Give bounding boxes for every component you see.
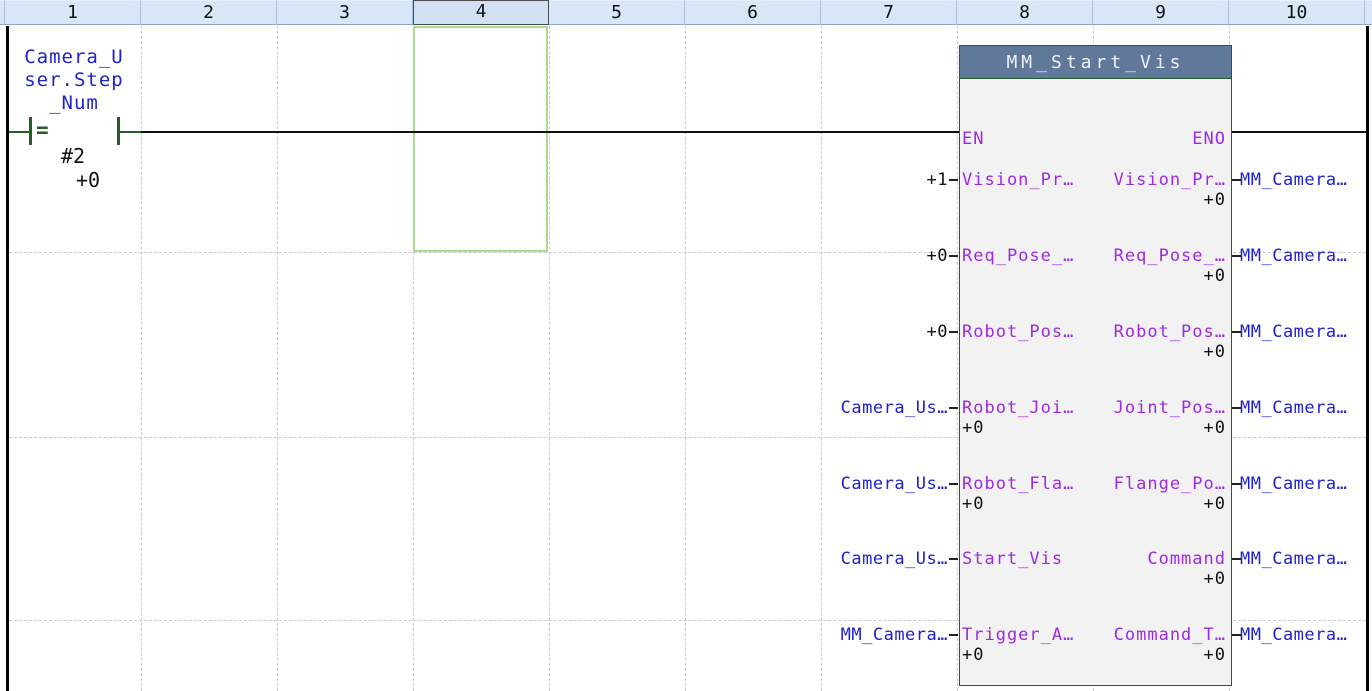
output-pin-value: +0 <box>1204 569 1226 589</box>
pin-stub-left <box>949 407 958 409</box>
output-pin-value: +0 <box>1204 266 1226 286</box>
grid-line-vertical <box>685 26 686 691</box>
input-pin-label[interactable]: Req_Pose_… <box>962 246 1074 266</box>
grid-line-vertical <box>821 26 822 691</box>
column-header-5[interactable]: 5 <box>549 0 685 25</box>
output-pin-label[interactable]: Command_T… <box>1114 625 1226 645</box>
output-pin-label[interactable]: Robot_Pos… <box>1114 322 1226 342</box>
column-header-7[interactable]: 7 <box>821 0 957 25</box>
pin-stub-left <box>949 255 958 257</box>
contact-variable-label[interactable]: Camera_User.Step_Num <box>13 46 135 115</box>
output-pin-label[interactable]: Command <box>1147 549 1226 569</box>
selection-cursor-cell[interactable] <box>413 26 548 252</box>
output-pin-value: +0 <box>1204 190 1226 210</box>
grid-line-vertical <box>957 26 958 691</box>
pin-stub-left <box>949 179 958 181</box>
contact-bar-left-icon <box>29 117 32 145</box>
output-pin-value: +0 <box>1204 494 1226 514</box>
input-operand[interactable]: Camera_Us… <box>841 549 948 569</box>
input-pin-label[interactable]: Robot_Joi… <box>962 398 1074 418</box>
pin-stub-left <box>949 558 958 560</box>
input-operand[interactable]: Camera_Us… <box>841 398 948 418</box>
column-header-3[interactable]: 3 <box>277 0 413 25</box>
output-operand[interactable]: MM_Camera… <box>1240 322 1347 342</box>
header-right-gutter <box>1365 0 1372 25</box>
function-block[interactable]: MM_Start_Vis <box>959 45 1232 686</box>
pin-stub-left <box>949 331 958 333</box>
output-pin-label[interactable]: Vision_Pr… <box>1114 170 1226 190</box>
grid-line-vertical <box>549 26 550 691</box>
input-operand[interactable]: +0 <box>927 322 948 342</box>
input-operand[interactable]: MM_Camera… <box>841 625 948 645</box>
wire-rung-to-block <box>141 131 959 133</box>
column-header-4-selected[interactable]: 4 <box>413 0 549 25</box>
output-pin-label[interactable]: Joint_Pos… <box>1114 398 1226 418</box>
input-pin-value: +0 <box>962 418 984 438</box>
input-pin-label[interactable]: Vision_Pr… <box>962 170 1074 190</box>
output-operand[interactable]: MM_Camera… <box>1240 474 1347 494</box>
input-pin-label[interactable]: Robot_Pos… <box>962 322 1074 342</box>
contact-operator-icon: = <box>36 118 49 142</box>
output-operand[interactable]: MM_Camera… <box>1240 170 1347 190</box>
input-pin-label[interactable]: Start_Vis <box>962 549 1063 569</box>
input-pin-value: +0 <box>962 494 984 514</box>
output-pin-value: +0 <box>1204 342 1226 362</box>
ladder-editor-canvas: 1 2 3 4 5 6 7 8 9 10 Camera_User.Step_Nu… <box>0 0 1372 691</box>
output-pin-label[interactable]: Req_Pose_… <box>1114 246 1226 266</box>
input-operand[interactable]: +0 <box>927 246 948 266</box>
column-header-2[interactable]: 2 <box>141 0 277 25</box>
pin-en[interactable]: EN <box>962 129 984 149</box>
output-operand[interactable]: MM_Camera… <box>1240 625 1347 645</box>
output-pin-value: +0 <box>1204 418 1226 438</box>
pin-stub-left <box>949 634 958 636</box>
pin-eno[interactable]: ENO <box>1192 129 1226 149</box>
wire-contact-right <box>119 131 141 133</box>
output-operand[interactable]: MM_Camera… <box>1240 246 1347 266</box>
pin-stub-left <box>949 483 958 485</box>
output-operand[interactable]: MM_Camera… <box>1240 549 1347 569</box>
contact-compare-value[interactable]: #2 <box>48 144 98 168</box>
grid-line-vertical <box>277 26 278 691</box>
column-header-9[interactable]: 9 <box>1093 0 1229 25</box>
output-pin-value: +0 <box>1204 645 1226 665</box>
input-operand[interactable]: Camera_Us… <box>841 474 948 494</box>
input-operand[interactable]: +1 <box>927 170 948 190</box>
wire-contact-left <box>9 131 30 133</box>
column-header-8[interactable]: 8 <box>957 0 1093 25</box>
column-header-10[interactable]: 10 <box>1229 0 1365 25</box>
wire-eno-to-rail <box>1232 131 1366 133</box>
column-header-1[interactable]: 1 <box>5 0 141 25</box>
input-pin-label[interactable]: Robot_Fla… <box>962 474 1074 494</box>
contact-current-value: +0 <box>63 168 113 192</box>
contact-bar-right-icon <box>117 117 120 145</box>
right-power-rail <box>1366 26 1369 691</box>
output-operand[interactable]: MM_Camera… <box>1240 398 1347 418</box>
column-header-row: 1 2 3 4 5 6 7 8 9 10 <box>0 0 1372 25</box>
input-pin-value: +0 <box>962 645 984 665</box>
grid-line-vertical <box>141 26 142 691</box>
column-header-6[interactable]: 6 <box>685 0 821 25</box>
left-power-rail <box>6 26 9 691</box>
input-pin-label[interactable]: Trigger_A… <box>962 625 1074 645</box>
function-block-title[interactable]: MM_Start_Vis <box>960 46 1231 79</box>
output-pin-label[interactable]: Flange_Po… <box>1114 474 1226 494</box>
